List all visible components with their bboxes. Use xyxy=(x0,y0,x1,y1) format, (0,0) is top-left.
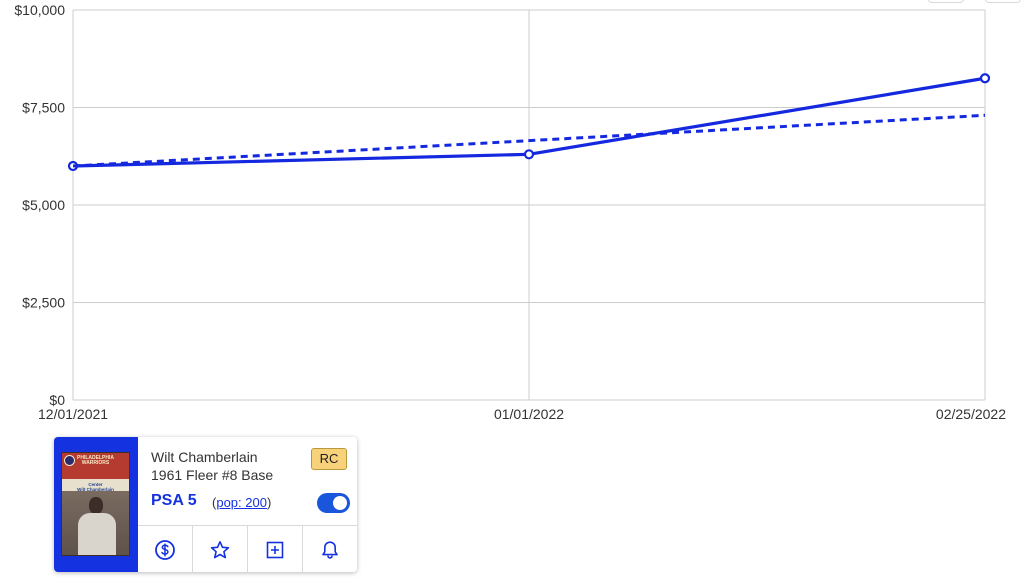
population: (pop: 200) xyxy=(212,495,271,510)
pop-close: ) xyxy=(266,495,272,510)
alert-button[interactable] xyxy=(303,526,357,572)
pop-link[interactable]: pop: 200 xyxy=(216,495,267,510)
thumb-team-banner: Philadelphia Warriors xyxy=(77,455,114,466)
favorite-button[interactable] xyxy=(193,526,248,572)
card-info-panel: Philadelphia Warriors Center Wilt Chambe… xyxy=(54,437,357,572)
data-point xyxy=(523,149,535,160)
y-tick-label: $7,500 xyxy=(22,100,65,116)
player-photo-head xyxy=(89,497,103,514)
chart-grid xyxy=(72,9,986,401)
card-set: 1961 Fleer #8 Base xyxy=(151,467,274,483)
y-tick-label: $2,500 xyxy=(22,295,65,311)
grade-toggle[interactable] xyxy=(317,493,350,513)
y-tick-label: $10,000 xyxy=(14,2,65,18)
player-name: Wilt Chamberlain xyxy=(151,449,258,465)
card-action-row xyxy=(138,525,357,572)
y-tick-label: $5,000 xyxy=(22,197,65,213)
x-tick-label: 02/25/2022 xyxy=(936,406,1006,422)
card-image-panel: Philadelphia Warriors Center Wilt Chambe… xyxy=(54,437,138,572)
price-chart: $0$2,500$5,000$7,500$10,000 12/01/2021 01… xyxy=(14,2,1006,422)
x-tick-label: 12/01/2021 xyxy=(38,406,108,422)
add-box-icon xyxy=(266,541,284,558)
card-thumbnail[interactable]: Philadelphia Warriors Center Wilt Chambe… xyxy=(61,452,130,556)
grade-label: PSA 5 xyxy=(151,492,197,509)
player-photo-body xyxy=(78,513,116,555)
y-axis-ticks: $0$2,500$5,000$7,500$10,000 xyxy=(14,2,65,408)
star-icon xyxy=(210,540,230,558)
bell-icon xyxy=(322,540,338,559)
price-button[interactable] xyxy=(138,526,193,572)
x-tick-label: 01/01/2022 xyxy=(494,406,564,422)
dollar-icon xyxy=(155,539,175,560)
x-axis-ticks: 12/01/2021 01/01/2022 02/25/2022 xyxy=(38,406,1006,422)
data-point xyxy=(979,73,991,84)
toggle-knob xyxy=(333,496,347,510)
rookie-badge: RC xyxy=(311,448,347,470)
add-button[interactable] xyxy=(248,526,303,572)
